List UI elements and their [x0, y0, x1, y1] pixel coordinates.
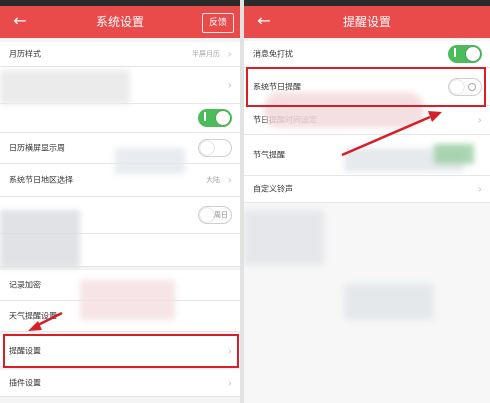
red-arrow-icon	[341, 115, 431, 157]
arrow-overlay	[28, 111, 442, 331]
red-arrow-icon	[35, 311, 63, 328]
